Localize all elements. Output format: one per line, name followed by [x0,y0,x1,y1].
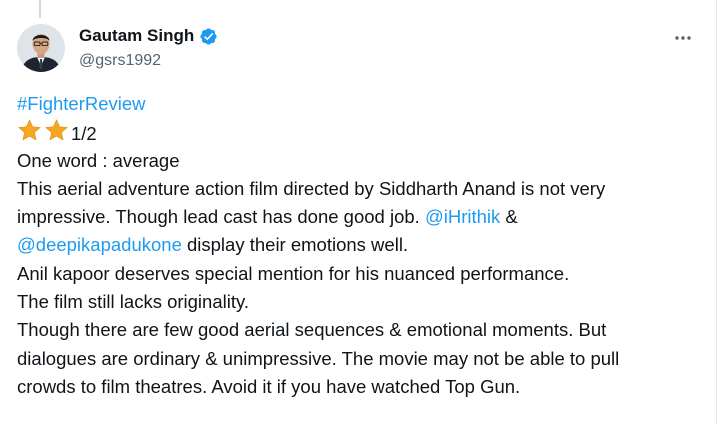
tweet-line: impressive. Though lead cast has done go… [17,203,707,231]
tweet-line: dialogues are ordinary & unimpressive. T… [17,347,620,369]
verified-badge-icon [200,27,217,45]
thread-connector-line [39,0,41,18]
tweet-text-segment: display their emotions well. [181,234,409,256]
avatar[interactable] [17,24,65,72]
star-icon [18,119,41,141]
rating-line: 1/2 [17,118,707,146]
tweet-text-segment: impressive. Though lead cast has done go… [17,206,425,228]
ellipsis-icon [675,36,691,40]
tweet-text-segment: & [500,206,518,228]
person-photo-icon [17,24,65,72]
tweet-line: One word : average [17,149,180,171]
author-handle[interactable]: @gsrs1992 [79,52,161,70]
tweet-line: crowds to film theatres. Avoid it if you… [17,375,521,397]
tweet-text: #FighterReview 1/2 One word : average Th… [17,90,707,401]
star-icon [45,119,68,141]
tweet-line: @deepikapadukone display their emotions … [17,231,707,259]
more-options-button[interactable] [671,26,695,50]
star-rating [17,118,71,143]
tweet-line: Anil kapoor deserves special mention for… [17,262,570,284]
author-name-text[interactable]: Gautam Singh [79,26,194,46]
tweet-header: Gautam Singh @gsrs1992 [17,24,695,74]
rating-suffix: 1/2 [71,123,97,145]
author-name[interactable]: Gautam Singh [79,26,218,46]
tweet-line: #FighterReview [17,90,707,118]
mention-link-deepikapadukone[interactable]: @deepikapadukone [17,234,182,255]
panel-border [716,0,717,424]
mention-link-ihrithik[interactable]: @iHrithik [425,206,500,227]
tweet-line: Though there are few good aerial sequenc… [17,319,607,341]
tweet-line: The film still lacks originality. [17,291,249,313]
tweet-line: This aerial adventure action film direct… [17,177,606,199]
hashtag-link[interactable]: #FighterReview [17,93,146,114]
